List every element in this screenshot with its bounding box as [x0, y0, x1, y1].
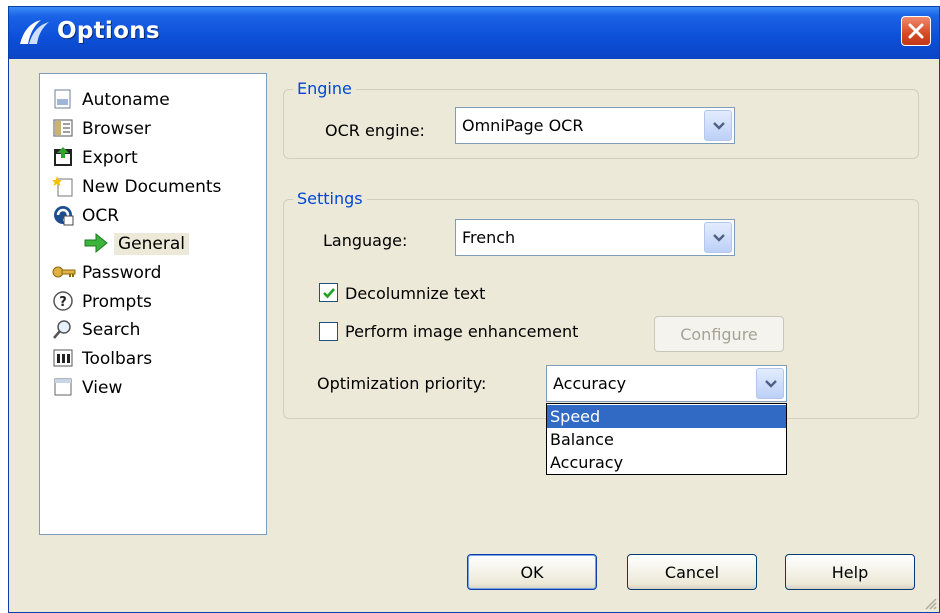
chevron-down-icon — [713, 122, 725, 130]
optimization-priority-list[interactable]: Speed Balance Accuracy — [546, 403, 787, 475]
tree-item-label: Browser — [82, 119, 151, 139]
app-logo-icon — [20, 20, 49, 44]
optimization-priority-dropdown-button[interactable] — [756, 368, 784, 399]
green-arrow-icon — [84, 232, 108, 256]
optimization-priority-value: Accuracy — [553, 374, 627, 393]
ocr-engine-dropdown-button[interactable] — [704, 110, 732, 141]
magnifier-icon — [52, 318, 76, 342]
language-label: Language: — [323, 231, 408, 250]
view-icon — [52, 376, 76, 400]
options-tree[interactable]: Autoname Browser Export New Documents OC… — [39, 73, 267, 535]
tree-item-prompts[interactable]: ? Prompts — [52, 288, 152, 316]
language-dropdown-button[interactable] — [704, 222, 732, 253]
toolbars-icon — [52, 347, 76, 371]
browser-icon — [52, 117, 76, 141]
image-enhancement-checkbox[interactable] — [319, 322, 338, 341]
svg-text:?: ? — [59, 295, 67, 310]
chevron-down-icon — [765, 380, 777, 388]
tree-item-view[interactable]: View — [52, 374, 122, 402]
new-documents-icon — [52, 175, 76, 199]
engine-group-title: Engine — [293, 79, 356, 98]
optimization-priority-label: Optimization priority: — [317, 374, 487, 393]
ok-button[interactable]: OK — [467, 554, 597, 590]
tree-item-search[interactable]: Search — [52, 316, 140, 344]
tree-item-label: View — [82, 378, 123, 398]
tree-item-label: Prompts — [82, 292, 152, 312]
tree-item-general[interactable]: General — [84, 230, 189, 258]
optimization-priority-combo[interactable]: Accuracy — [546, 365, 787, 402]
settings-group-title: Settings — [293, 189, 367, 208]
tree-item-label: OCR — [82, 206, 120, 226]
tree-item-label: Password — [82, 263, 162, 283]
tree-item-toolbars[interactable]: Toolbars — [52, 345, 152, 373]
options-dialog: Options Autoname Browser Export New Docu… — [8, 6, 940, 613]
help-button[interactable]: Help — [785, 554, 915, 590]
ocr-engine-label: OCR engine: — [325, 121, 425, 140]
priority-option-speed[interactable]: Speed — [547, 405, 786, 428]
export-icon — [52, 146, 76, 170]
chevron-down-icon — [713, 234, 725, 242]
checkmark-icon — [323, 288, 335, 299]
tree-item-browser[interactable]: Browser — [52, 115, 151, 143]
ocr-engine-combo[interactable]: OmniPage OCR — [455, 107, 735, 144]
tree-item-new-documents[interactable]: New Documents — [52, 173, 221, 201]
key-icon — [52, 261, 76, 285]
language-value: French — [462, 228, 516, 247]
autoname-icon — [52, 88, 76, 112]
tree-item-label: Export — [82, 148, 138, 168]
priority-option-accuracy[interactable]: Accuracy — [547, 451, 786, 474]
resize-grip-icon[interactable] — [923, 596, 937, 610]
cancel-button[interactable]: Cancel — [627, 554, 757, 590]
tree-item-label: General — [114, 233, 189, 255]
image-enhancement-label[interactable]: Perform image enhancement — [345, 322, 578, 341]
decolumnize-checkbox[interactable] — [319, 283, 338, 302]
ocr-icon — [52, 204, 76, 228]
decolumnize-label[interactable]: Decolumnize text — [345, 284, 485, 303]
window-title: Options — [57, 18, 160, 44]
language-combo[interactable]: French — [455, 219, 735, 256]
ocr-engine-value: OmniPage OCR — [462, 116, 584, 135]
tree-item-label: Toolbars — [82, 349, 153, 369]
tree-item-export[interactable]: Export — [52, 144, 138, 172]
tree-item-ocr[interactable]: OCR — [52, 202, 119, 230]
tree-item-label: Search — [82, 320, 141, 340]
tree-item-label: New Documents — [82, 177, 222, 197]
question-icon: ? — [52, 290, 76, 314]
close-button[interactable] — [901, 16, 931, 46]
priority-option-balance[interactable]: Balance — [547, 428, 786, 451]
close-icon — [908, 23, 924, 39]
configure-button[interactable]: Configure — [654, 316, 784, 352]
tree-item-label: Autoname — [82, 90, 170, 110]
tree-item-password[interactable]: Password — [52, 259, 161, 287]
tree-item-autoname[interactable]: Autoname — [52, 86, 170, 114]
title-bar[interactable]: Options — [9, 7, 939, 59]
